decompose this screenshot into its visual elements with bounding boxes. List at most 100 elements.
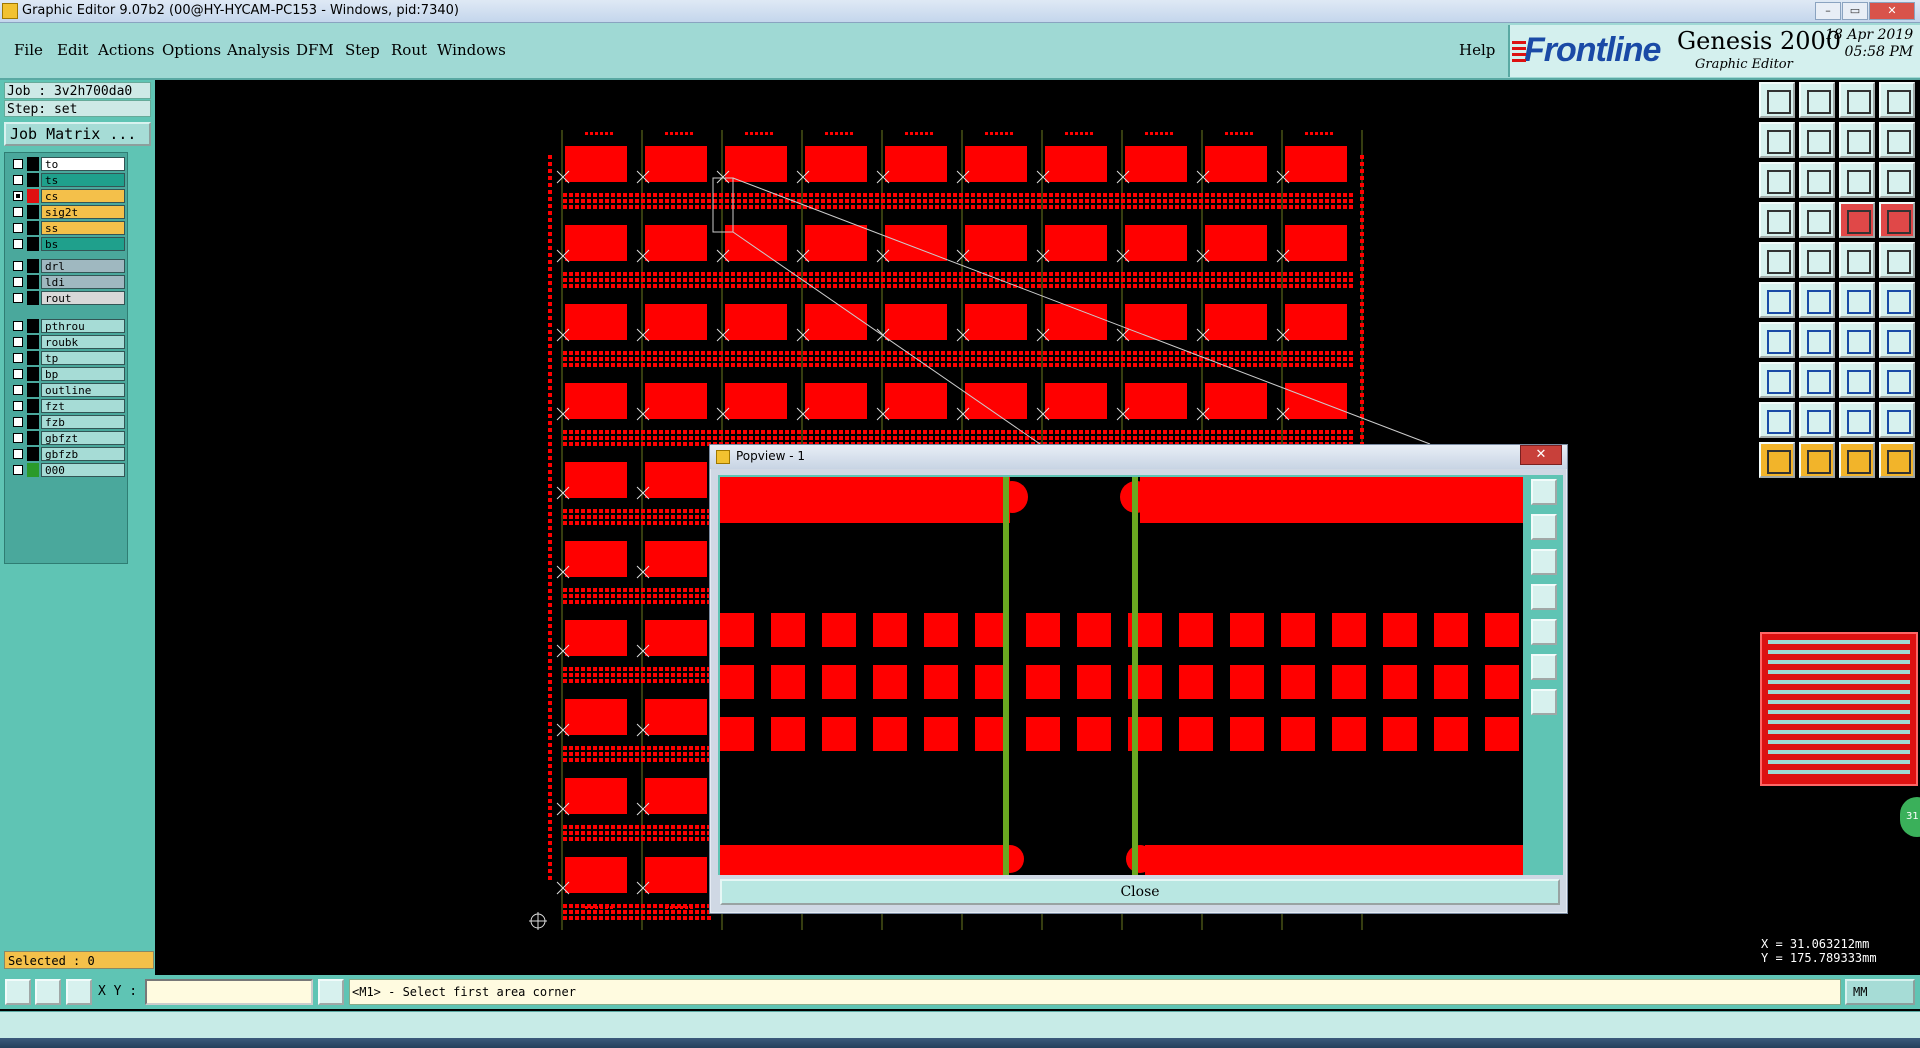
layer-name[interactable]: fzt bbox=[41, 399, 125, 413]
layer-checkbox[interactable] bbox=[13, 353, 23, 363]
layer-checkbox[interactable] bbox=[13, 465, 23, 475]
layer-checkbox[interactable] bbox=[13, 401, 23, 411]
node-icon[interactable] bbox=[1759, 282, 1795, 318]
triangle-icon[interactable] bbox=[1759, 402, 1795, 438]
job-matrix-button[interactable]: Job Matrix ... bbox=[4, 122, 151, 146]
layer-checkbox[interactable] bbox=[13, 191, 23, 201]
close-window-button[interactable]: ✕ bbox=[1869, 2, 1915, 20]
copy-pad-icon[interactable] bbox=[1759, 362, 1795, 398]
layer-checkbox[interactable] bbox=[13, 433, 23, 443]
highlight-icon[interactable] bbox=[1799, 242, 1835, 278]
menu-rout[interactable]: Rout bbox=[391, 41, 427, 59]
layer-row-bp[interactable]: bp bbox=[7, 367, 125, 381]
pad-group-icon[interactable] bbox=[1879, 362, 1915, 398]
popview-pan-left-icon[interactable] bbox=[1531, 584, 1557, 610]
minimap-badge[interactable]: 31 bbox=[1900, 797, 1920, 837]
popview-zoom-in-icon[interactable] bbox=[1531, 514, 1557, 540]
line-icon[interactable] bbox=[1759, 322, 1795, 358]
layer-name[interactable]: rout bbox=[41, 291, 125, 305]
layer-checkbox[interactable] bbox=[13, 239, 23, 249]
flip-icon[interactable] bbox=[1879, 322, 1915, 358]
layer-checkbox[interactable] bbox=[13, 261, 23, 271]
menu-windows[interactable]: Windows bbox=[437, 41, 506, 59]
layer-name[interactable]: ts bbox=[41, 173, 125, 187]
home-icon[interactable] bbox=[1839, 82, 1875, 118]
letter-a-icon[interactable] bbox=[1799, 402, 1835, 438]
pointer-alt-icon[interactable] bbox=[1839, 442, 1875, 478]
layer-name[interactable]: gbfzt bbox=[41, 431, 125, 445]
disconnect-icon[interactable] bbox=[1879, 282, 1915, 318]
layer-checkbox[interactable] bbox=[13, 385, 23, 395]
zoom-home-icon[interactable] bbox=[1759, 82, 1795, 118]
menu-analysis[interactable]: Analysis bbox=[227, 41, 290, 59]
minus-icon[interactable] bbox=[1799, 362, 1835, 398]
pan-right-icon[interactable] bbox=[1799, 122, 1835, 158]
pointer-red-icon[interactable] bbox=[1799, 442, 1835, 478]
zoom-fit-icon[interactable] bbox=[1759, 162, 1795, 198]
popview-center-icon[interactable] bbox=[1531, 689, 1557, 715]
layer-checkbox[interactable] bbox=[13, 159, 23, 169]
layer-name[interactable]: ldi bbox=[41, 275, 125, 289]
popview-zoom-view[interactable] bbox=[720, 477, 1523, 875]
menu-file[interactable]: File bbox=[14, 41, 43, 59]
arc-icon[interactable] bbox=[1839, 322, 1875, 358]
ruler-icon[interactable] bbox=[1839, 242, 1875, 278]
info-icon[interactable] bbox=[318, 979, 344, 1005]
layer-row-bs[interactable]: bs bbox=[7, 237, 125, 251]
popview-zoom-out-icon[interactable] bbox=[1531, 549, 1557, 575]
layer-row-ldi[interactable]: ldi bbox=[7, 275, 125, 289]
fit-icon[interactable] bbox=[1839, 122, 1875, 158]
menu-actions[interactable]: Actions bbox=[98, 41, 154, 59]
layer-row-tp[interactable]: tp bbox=[7, 351, 125, 365]
layer-row-fzt[interactable]: fzt bbox=[7, 399, 125, 413]
popview-close-button[interactable]: Close bbox=[720, 879, 1560, 905]
layer-row-rout[interactable]: rout bbox=[7, 291, 125, 305]
layers-icon[interactable] bbox=[1839, 202, 1875, 238]
layer-row-pthrou[interactable]: pthrou bbox=[7, 319, 125, 333]
grid-mode-icon[interactable] bbox=[66, 979, 92, 1005]
layer-checkbox[interactable] bbox=[13, 337, 23, 347]
layer-row-000[interactable]: 000 bbox=[7, 463, 125, 477]
layer-checkbox[interactable] bbox=[13, 417, 23, 427]
layer-name[interactable]: pthrou bbox=[41, 319, 125, 333]
layer-name[interactable]: to bbox=[41, 157, 125, 171]
menu-help[interactable]: Help bbox=[1459, 41, 1495, 59]
popview-pan-right-icon[interactable] bbox=[1531, 619, 1557, 645]
letter-a-box-icon[interactable] bbox=[1839, 402, 1875, 438]
menu-step[interactable]: Step bbox=[345, 41, 380, 59]
layer-checkbox[interactable] bbox=[13, 293, 23, 303]
center-icon[interactable] bbox=[1799, 162, 1835, 198]
letter-a-red-icon[interactable] bbox=[1879, 402, 1915, 438]
help-icon[interactable] bbox=[1879, 162, 1915, 198]
pointer-icon[interactable] bbox=[1759, 442, 1795, 478]
layer-checkbox[interactable] bbox=[13, 207, 23, 217]
measure-line-icon[interactable] bbox=[1799, 202, 1835, 238]
layer-name[interactable]: ss bbox=[41, 221, 125, 235]
snap-mode-icon[interactable] bbox=[5, 979, 31, 1005]
layer-name[interactable]: tp bbox=[41, 351, 125, 365]
angle-mode-icon[interactable] bbox=[35, 979, 61, 1005]
layer-row-fzb[interactable]: fzb bbox=[7, 415, 125, 429]
pan-left-icon[interactable] bbox=[1759, 122, 1795, 158]
layer-checkbox[interactable] bbox=[13, 449, 23, 459]
layer-row-ts[interactable]: ts bbox=[7, 173, 125, 187]
layer-name[interactable]: bp bbox=[41, 367, 125, 381]
layer-row-gbfzt[interactable]: gbfzt bbox=[7, 431, 125, 445]
layer-row-cs[interactable]: cs bbox=[7, 189, 125, 203]
split-icon[interactable] bbox=[1879, 122, 1915, 158]
menu-dfm[interactable]: DFM bbox=[296, 41, 334, 59]
scale-1-2-icon[interactable] bbox=[1839, 162, 1875, 198]
layer-row-outline[interactable]: outline bbox=[7, 383, 125, 397]
layer-row-drl[interactable]: drl bbox=[7, 259, 125, 273]
xy-input[interactable] bbox=[145, 979, 313, 1005]
layer-checkbox[interactable] bbox=[13, 175, 23, 185]
layer-name[interactable]: drl bbox=[41, 259, 125, 273]
layer-name[interactable]: gbfzb bbox=[41, 447, 125, 461]
layer-row-sig2t[interactable]: sig2t bbox=[7, 205, 125, 219]
layer-row-roubk[interactable]: roubk bbox=[7, 335, 125, 349]
layer-row-to[interactable]: to bbox=[7, 157, 125, 171]
menu-options[interactable]: Options bbox=[162, 41, 221, 59]
layer-checkbox[interactable] bbox=[13, 321, 23, 331]
layer-row-ss[interactable]: ss bbox=[7, 221, 125, 235]
layer-row-gbfzb[interactable]: gbfzb bbox=[7, 447, 125, 461]
